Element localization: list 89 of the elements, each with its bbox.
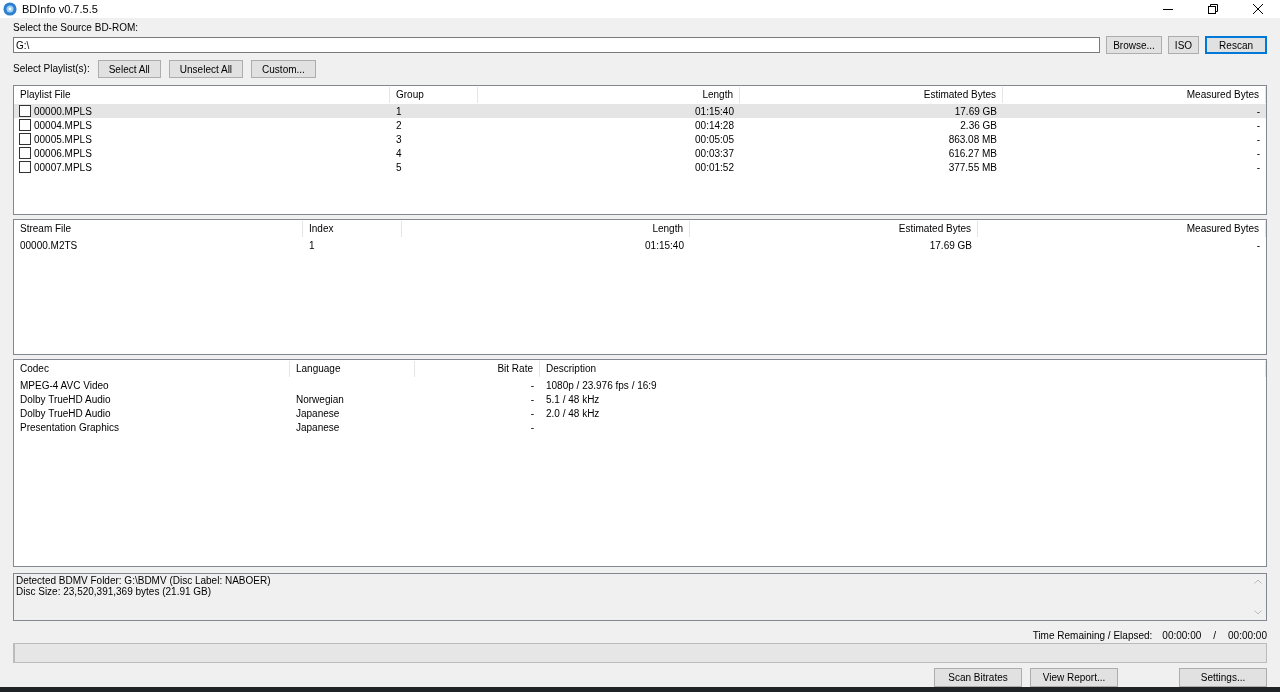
table-cell: -	[530, 407, 534, 419]
table-cell-text: 1	[395, 105, 403, 117]
table-cell: 00007.MPLS	[34, 161, 92, 173]
table-cell-text: 00:14:28	[694, 119, 735, 131]
checkbox[interactable]	[19, 105, 31, 118]
table-cell: Dolby TrueHD Audio	[20, 407, 111, 419]
table-cell: -	[530, 393, 534, 405]
table-cell-text: 17.69 GB	[953, 105, 998, 117]
column-header[interactable]: Measured Bytes	[1003, 87, 1266, 104]
column-header[interactable]: Stream File	[14, 221, 303, 238]
table-cell-text: 00:01:52	[694, 161, 735, 173]
checkbox[interactable]	[19, 119, 31, 132]
table-cell: MPEG-4 AVC Video	[20, 379, 109, 391]
table-cell: 00004.MPLS	[34, 119, 92, 131]
table-cell-text: 01:15:40	[694, 105, 735, 117]
playlist-row[interactable]: 00005.MPLS 3 00:05:05 863.08 MB -	[14, 132, 1266, 147]
time-label: Time Remaining / Elapsed:	[1032, 629, 1153, 641]
table-cell-text: -	[1255, 161, 1261, 173]
table-cell-text: -	[1255, 147, 1261, 159]
column-header[interactable]: Description	[540, 361, 1266, 378]
source-button[interactable]: ISO	[1167, 36, 1200, 55]
table-cell: 5.1 / 48 kHz	[546, 393, 600, 405]
window-title: BDInfo v0.7.5.5	[22, 3, 98, 16]
playlist-row[interactable]: 00004.MPLS 2 00:14:28 2.36 GB -	[14, 118, 1266, 133]
table-cell: 00000.MPLS	[34, 105, 92, 117]
column-header[interactable]: Index	[303, 221, 402, 238]
playlist-button[interactable]: Unselect All	[168, 60, 244, 79]
table-cell: Japanese	[296, 407, 340, 419]
column-header[interactable]: Group	[390, 87, 478, 104]
column-header[interactable]: Codec	[14, 361, 290, 378]
table-cell-text: 00:05:05	[694, 133, 735, 145]
table-cell-text: -	[1255, 133, 1261, 145]
scan-button[interactable]: Scan Bitrates	[934, 668, 1022, 688]
playlist-row[interactable]: 00000.MPLS 1 01:15:40 17.69 GB -	[14, 104, 1266, 119]
table-cell-text: 1	[308, 239, 316, 251]
column-header[interactable]: Measured Bytes	[978, 221, 1266, 238]
column-header[interactable]: Playlist File	[14, 87, 390, 104]
table-cell-text: 5	[395, 161, 403, 173]
table-cell: Presentation Graphics	[20, 421, 119, 433]
table-cell-text: 2.36 GB	[959, 119, 998, 131]
table-cell-text: 00000.M2TS	[19, 239, 79, 251]
time-elapsed: 00:00:00	[1228, 629, 1267, 641]
source-label: Select the Source BD-ROM:	[13, 22, 140, 35]
log-line: Disc Size: 23,520,391,369 bytes (21.91 GB)	[16, 586, 213, 598]
table-cell-text: 616.27 MB	[947, 147, 998, 159]
column-header[interactable]: Bit Rate	[415, 361, 540, 378]
playlist-row[interactable]: 00007.MPLS 5 00:01:52 377.55 MB -	[14, 160, 1266, 175]
log-line: Detected BDMV Folder: G:\BDMV (Disc Label: NABOER)	[16, 575, 272, 587]
table-cell-text: 00:03:37	[694, 147, 735, 159]
column-header[interactable]: Estimated Bytes	[740, 87, 1003, 104]
playlist-button[interactable]: Select All	[97, 60, 161, 79]
table-cell-text: 863.08 MB	[947, 133, 998, 145]
playlist-label: Select Playlist(s):	[13, 63, 90, 76]
restore-icon[interactable]	[1208, 4, 1218, 15]
table-cell-text: -	[1255, 239, 1261, 251]
table-cell-text: 2	[395, 119, 403, 131]
table-cell: 2.0 / 48 kHz	[546, 407, 600, 419]
table-cell-text: 17.69 GB	[928, 239, 973, 251]
table-cell: 1080p / 23.976 fps / 16:9	[546, 379, 657, 391]
checkbox[interactable]	[19, 161, 31, 174]
table-cell: -	[530, 379, 534, 391]
playlist-row[interactable]: 00006.MPLS 4 00:03:37 616.27 MB -	[14, 146, 1266, 161]
column-header[interactable]: Length	[402, 221, 690, 238]
table-cell-text: 01:15:40	[644, 239, 685, 251]
table-cell: Norwegian	[296, 393, 344, 405]
table-cell-text: 3	[395, 133, 403, 145]
close-icon[interactable]	[1253, 4, 1263, 15]
table-cell: Japanese	[296, 421, 340, 433]
settings-button[interactable]: Settings...	[1179, 668, 1267, 688]
time-remaining: 00:00:00	[1162, 629, 1202, 641]
table-cell-text: -	[1255, 119, 1261, 131]
source-button[interactable]: Rescan	[1205, 36, 1267, 55]
table-cell: -	[530, 421, 534, 433]
table-cell: 00006.MPLS	[34, 147, 92, 159]
checkbox[interactable]	[19, 147, 31, 160]
column-header[interactable]: Length	[478, 87, 740, 104]
playlist-button[interactable]: Custom...	[251, 60, 316, 79]
column-header[interactable]: Language	[290, 361, 415, 378]
checkbox[interactable]	[19, 133, 31, 146]
table-cell: 00005.MPLS	[34, 133, 92, 145]
table-cell: Dolby TrueHD Audio	[20, 393, 111, 405]
table-cell-text: -	[1255, 105, 1261, 117]
column-header[interactable]: Estimated Bytes	[690, 221, 978, 238]
table-cell-text: 377.55 MB	[947, 161, 998, 173]
source-button[interactable]: Browse...	[1106, 36, 1162, 55]
report-button[interactable]: View Report...	[1030, 668, 1118, 688]
time-separator: /	[1213, 629, 1217, 641]
source-path-field[interactable]: G:\	[13, 37, 1101, 54]
table-cell-text: 4	[395, 147, 403, 159]
